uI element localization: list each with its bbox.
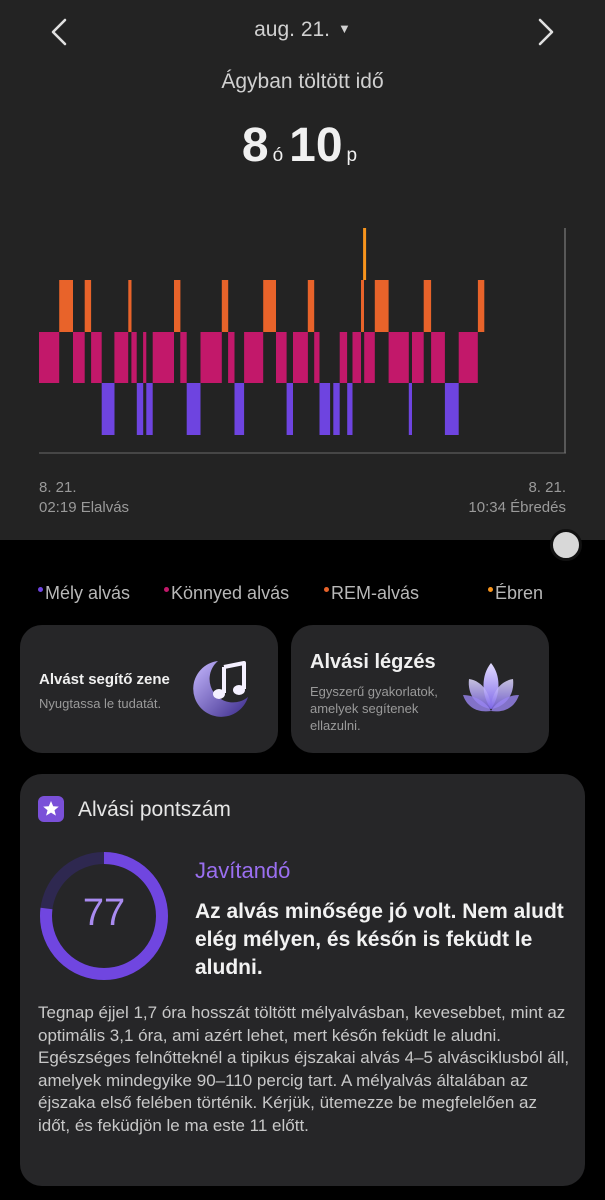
stage-segment-rem	[59, 280, 73, 332]
stage-segment-deep	[333, 383, 340, 435]
time-in-bed-value: 8 ó 10 p	[0, 118, 605, 173]
stage-segment-rem	[84, 280, 92, 332]
date-label: aug. 21.	[254, 18, 331, 41]
stage-segment-deep	[286, 383, 293, 435]
stage-segment-rem	[307, 280, 315, 332]
legend-label: Mély alvás	[45, 583, 131, 603]
wake-up-label: 8. 21. 10:34 Ébredés	[468, 478, 566, 518]
stage-segment-deep	[319, 383, 331, 435]
stage-segment-deep	[186, 383, 201, 435]
sleep-start-date: 8. 21.	[39, 479, 77, 496]
date-selector[interactable]: aug. 21. ▼	[0, 18, 605, 42]
panel-drag-handle[interactable]	[550, 529, 582, 561]
stage-segment-light	[293, 332, 308, 383]
stage-segment-rem	[128, 280, 132, 332]
stage-segment-deep	[347, 383, 353, 435]
legend-dot	[324, 587, 329, 592]
sleep-breathing-subtitle: Egyszerű gyakorlatok, amelyek segítenek …	[310, 683, 438, 734]
legend-light-sleep: Könnyed alvás	[164, 583, 289, 604]
legend-dot	[38, 587, 43, 592]
stage-segment-light	[244, 332, 264, 383]
stage-segment-light	[412, 332, 424, 383]
stage-segment-deep	[408, 383, 412, 435]
time-in-bed-title: Ágyban töltött idő	[221, 70, 384, 93]
sleep-stage-chart	[39, 228, 566, 454]
stage-segment-light	[131, 332, 137, 383]
stage-segment-deep	[146, 383, 153, 435]
dropdown-caret-icon: ▼	[338, 21, 351, 36]
legend-label: Ébren	[495, 583, 544, 603]
stage-segment-light	[364, 332, 375, 383]
legend-dot	[488, 587, 493, 592]
sleep-music-card[interactable]: Alvást segítő zene Nyugtassa le tudatát.	[20, 625, 278, 753]
stage-segment-rem	[361, 280, 364, 332]
stage-segment-rem	[174, 280, 181, 332]
next-day-button[interactable]	[525, 12, 565, 52]
sleep-timeline-panel: aug. 21. ▼ Ágyban töltött idő 8 ó 10 p 8. 21…	[0, 0, 605, 540]
stage-segment-light	[388, 332, 409, 383]
stage-segment-light	[228, 332, 235, 383]
stage-segment-light	[180, 332, 187, 383]
sleep-score-value: 77	[82, 892, 126, 934]
sleep-score-status: Javítandó	[195, 858, 291, 883]
stage-segment-light	[91, 332, 102, 383]
chevron-right-icon	[538, 18, 554, 46]
stage-segment-light	[352, 332, 361, 383]
stage-segment-awake	[363, 228, 367, 280]
moon-music-icon	[193, 661, 248, 717]
stage-segment-rem	[477, 280, 485, 332]
stage-segment-light	[314, 332, 320, 383]
hours-value: 8	[241, 119, 269, 172]
legend-label: Könnyed alvás	[171, 583, 290, 603]
stage-segment-deep	[101, 383, 115, 435]
legend-deep-sleep: Mély alvás	[38, 583, 130, 604]
sleep-breathing-card[interactable]: Alvási légzés Egyszerű gyakorlatok, amel…	[291, 625, 549, 753]
sleep-start-label: 8. 21. 02:19 Elalvás	[39, 478, 129, 518]
stage-segment-rem	[423, 280, 432, 332]
stage-segment-deep	[444, 383, 459, 435]
lotus-icon	[463, 663, 519, 712]
stage-segment-light	[152, 332, 174, 383]
hours-unit: ó	[272, 145, 284, 166]
sleep-music-title: Alvást segítő zene	[39, 671, 170, 688]
stage-segment-light	[431, 332, 445, 383]
stage-segment-light	[73, 332, 85, 383]
subtitle-line: ellazulni.	[310, 718, 361, 733]
stage-segment-light	[276, 332, 287, 383]
minutes-unit: p	[346, 145, 358, 166]
sleep-score-card[interactable]: Alvási pontszám 77 Javítandó Az alvás mi…	[20, 774, 585, 1186]
stage-segment-deep	[234, 383, 245, 435]
stage-segment-rem	[221, 280, 229, 332]
wake-up-time: 10:34 Ébredés	[468, 499, 566, 516]
minutes-value: 10	[289, 119, 343, 172]
legend-rem-sleep: REM-alvás	[324, 583, 419, 604]
stage-segment-light	[114, 332, 129, 383]
stage-segment-light	[200, 332, 222, 383]
wake-up-date: 8. 21.	[528, 479, 566, 496]
stage-segment-rem	[263, 280, 276, 332]
stage-segment-rem	[374, 280, 389, 332]
legend-dot	[164, 587, 169, 592]
subtitle-line: Egyszerű gyakorlatok,	[310, 684, 438, 699]
star-badge-icon	[38, 796, 64, 822]
stage-segment-light	[458, 332, 478, 383]
sleep-score-title: Alvási pontszám	[78, 798, 231, 821]
sleep-start-time: 02:19 Elalvás	[39, 499, 130, 516]
chart-legend: Mély alvás Könnyed alvás REM-alvás Ébren	[0, 583, 605, 605]
legend-label: REM-alvás	[331, 583, 420, 603]
sleep-music-subtitle: Nyugtassa le tudatát.	[39, 696, 162, 711]
sleep-score-description: Tegnap éjjel 1,7 óra hosszát töltött mél…	[38, 1003, 570, 1135]
stage-segment-deep	[136, 383, 144, 435]
sleep-score-headline: Az alvás minősége jó volt. Nem aludt elé…	[195, 900, 564, 979]
legend-awake: Ébren	[488, 583, 543, 604]
subtitle-line: amelyek segítenek	[310, 701, 419, 716]
sleep-breathing-title: Alvási légzés	[310, 651, 436, 673]
stage-segment-light	[39, 332, 60, 383]
stage-segment-light	[339, 332, 348, 383]
stage-segment-light	[143, 332, 147, 383]
